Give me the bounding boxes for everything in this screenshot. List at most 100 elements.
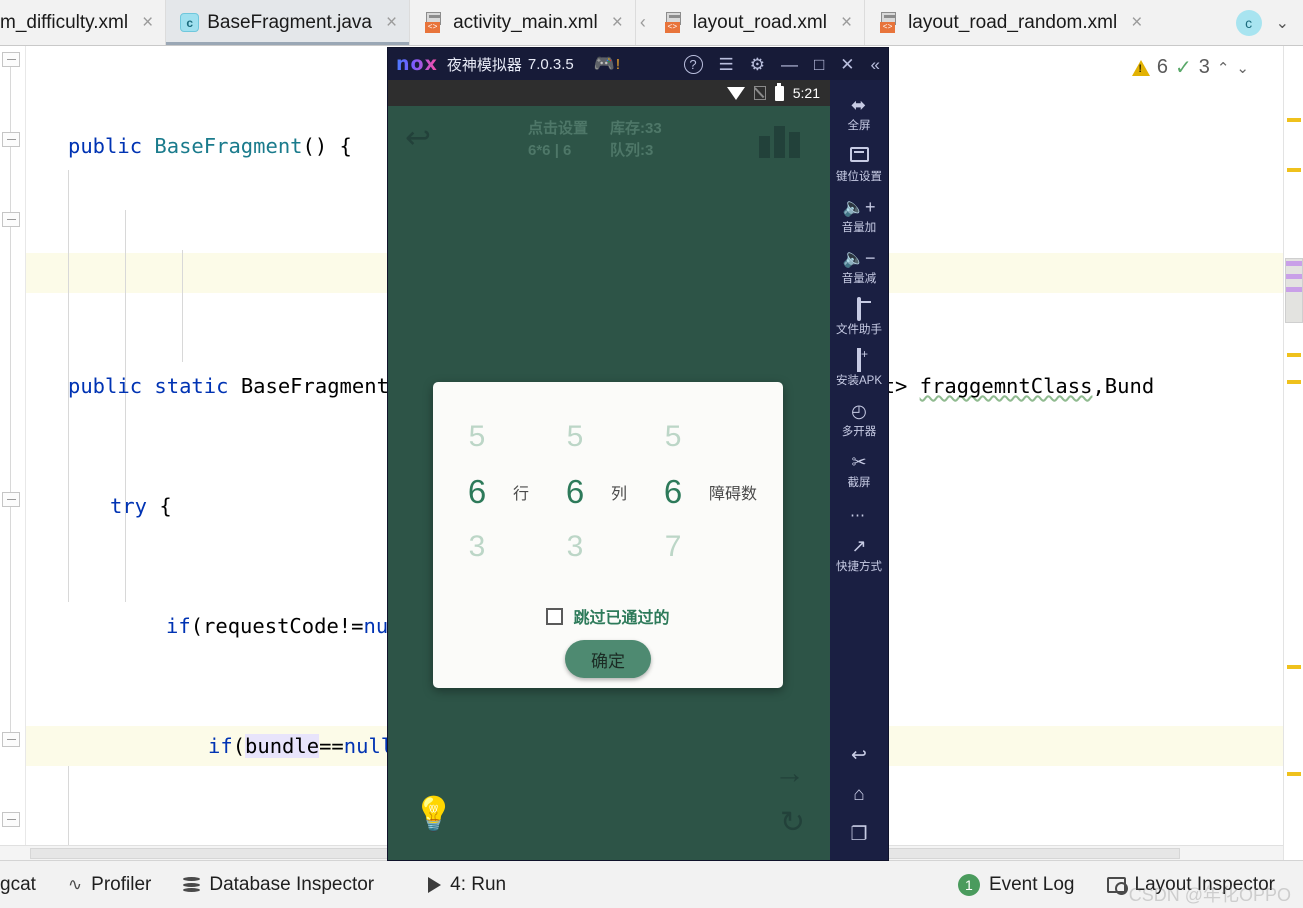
tab-bar-actions: c ⌄	[1235, 0, 1303, 45]
column-picker-values[interactable]: 5 6 3	[545, 409, 605, 574]
status-item-label: Event Log	[988, 873, 1075, 895]
column-picker[interactable]: 5 6 3 列	[545, 409, 627, 574]
picker-value-above[interactable]: 5	[447, 409, 507, 464]
refresh-icon[interactable]: ↻	[780, 808, 805, 838]
skip-passed-checkbox[interactable]	[546, 607, 564, 625]
help-icon[interactable]: ?	[683, 54, 703, 74]
volume-down-icon: 🔈−	[842, 248, 876, 268]
picker-value-above[interactable]: 5	[545, 409, 605, 464]
setting-block[interactable]: 点击设置 6*6 | 6	[528, 118, 588, 162]
settings-dialog[interactable]: 5 6 3 行 5 6 3 列 5 6 7 障碍数 跳过已通过的 确定	[433, 382, 783, 688]
menu-icon[interactable]: ☰	[719, 56, 734, 73]
tab-basefragment-java[interactable]: c BaseFragment.java ×	[166, 0, 411, 45]
nox-title-bar[interactable]: nox 夜神模拟器 7.0.3.5 🎮! ? ☰ ⚙ — □ ✕ «	[388, 48, 888, 80]
collapse-sidebar-icon[interactable]: «	[871, 56, 880, 73]
skip-passed-row[interactable]: 跳过已通过的	[433, 604, 783, 628]
nox-emulator-window[interactable]: nox 夜神模拟器 7.0.3.5 🎮! ? ☰ ⚙ — □ ✕ « 5:21	[388, 48, 888, 860]
sidebar-item-screenshot[interactable]: ✂ 截屏	[830, 445, 888, 496]
close-icon[interactable]: ×	[386, 13, 397, 32]
warning-marker[interactable]	[1287, 665, 1301, 669]
close-icon[interactable]: ×	[841, 13, 852, 32]
tab-scroll-left-icon[interactable]: ‹	[636, 0, 650, 45]
picker-value-below[interactable]: 3	[545, 519, 605, 574]
close-icon[interactable]: ×	[1131, 13, 1142, 32]
android-screen[interactable]: ↩ 点击设置 6*6 | 6 库存:33 队列:3 5 6 3 行 5 6 3 …	[388, 106, 830, 860]
fold-marker[interactable]	[2, 52, 20, 67]
sidebar-item-keymapping[interactable]: 键位设置	[830, 139, 888, 190]
signal-off-icon	[753, 86, 766, 100]
sidebar-item-install-apk[interactable]: 安装APK	[830, 343, 888, 394]
tab-m-difficulty-xml[interactable]: m_difficulty.xml ×	[0, 0, 167, 45]
status-item-event-log[interactable]: 1 Event Log	[942, 873, 1091, 896]
app-top-stats[interactable]: 点击设置 6*6 | 6 库存:33 队列:3	[528, 118, 662, 162]
setting-label: 点击设置	[528, 120, 589, 137]
android-status-bar: 5:21	[388, 80, 830, 106]
settings-gear-icon[interactable]: ⚙	[750, 56, 765, 73]
avatar[interactable]: c	[1235, 9, 1262, 36]
java-class-icon: c	[180, 13, 200, 32]
inspection-widget[interactable]: 6 ✓ 3 ⌃ ⌄	[1131, 56, 1249, 79]
confirm-button[interactable]: 确定	[565, 640, 651, 678]
obstacle-picker-values[interactable]: 5 6 7	[643, 409, 703, 574]
fold-marker[interactable]	[2, 492, 20, 507]
sidebar-item-shortcut[interactable]: ↗ 快捷方式	[830, 529, 888, 580]
back-arrow-icon[interactable]: ↩	[405, 122, 431, 153]
status-item-profiler[interactable]: ∿ Profiler	[52, 874, 167, 896]
warning-marker[interactable]	[1287, 380, 1301, 384]
picker-value-above[interactable]: 5	[643, 409, 703, 464]
sidebar-item-volume-up[interactable]: 🔈+ 音量加	[830, 190, 888, 241]
editor-marker-strip[interactable]	[1283, 46, 1303, 860]
chevron-down-icon[interactable]: ⌄	[1276, 13, 1289, 33]
sidebar-item-file-assistant[interactable]: 文件助手	[830, 292, 888, 343]
next-arrow-icon[interactable]: →	[774, 757, 805, 788]
close-icon[interactable]: ×	[612, 13, 623, 32]
status-item-layout-inspector[interactable]: Layout Inspector	[1091, 874, 1291, 896]
fold-marker[interactable]	[2, 212, 20, 227]
fold-marker[interactable]	[2, 732, 20, 747]
picker-value-below[interactable]: 7	[643, 519, 703, 574]
tab-activity-main-xml[interactable]: <> activity_main.xml ×	[410, 0, 636, 45]
keymapping-icon	[849, 147, 869, 166]
warning-marker[interactable]	[1287, 118, 1301, 122]
android-back-icon[interactable]: ↩	[851, 744, 867, 767]
warning-marker[interactable]	[1287, 168, 1301, 172]
queue-label: 队列:3	[610, 142, 654, 159]
warning-marker[interactable]	[1287, 353, 1301, 357]
status-item-run[interactable]: 4: Run	[390, 874, 522, 896]
screenshot-scissors-icon: ✂	[851, 452, 867, 472]
prev-problem-icon[interactable]: ⌃	[1217, 59, 1230, 77]
bar-chart-icon[interactable]	[759, 126, 800, 158]
warning-marker[interactable]	[1287, 772, 1301, 776]
picker-value-selected[interactable]: 6	[447, 464, 507, 519]
column-picker-label: 列	[611, 485, 628, 503]
lightbulb-icon[interactable]: 💡	[413, 797, 454, 830]
row-picker-values[interactable]: 5 6 3	[447, 409, 507, 574]
picker-value-selected[interactable]: 6	[643, 464, 703, 519]
close-icon[interactable]: ✕	[840, 56, 854, 73]
status-item-logcat[interactable]: gcat	[0, 874, 52, 896]
row-picker[interactable]: 5 6 3 行	[447, 409, 529, 574]
nox-version: 7.0.3.5	[527, 55, 574, 73]
minimize-icon[interactable]: —	[781, 56, 798, 73]
fold-marker[interactable]	[2, 812, 20, 827]
sidebar-item-more[interactable]: ⋯	[830, 496, 888, 529]
status-item-database-inspector[interactable]: Database Inspector	[167, 874, 390, 896]
gamepad-icon[interactable]: 🎮!	[594, 54, 620, 74]
fold-marker[interactable]	[2, 132, 20, 147]
next-problem-icon[interactable]: ⌄	[1236, 59, 1249, 77]
sidebar-item-volume-down[interactable]: 🔈− 音量减	[830, 241, 888, 292]
nox-window-controls: ? ☰ ⚙ — □ ✕ «	[683, 54, 883, 74]
editor-gutter[interactable]	[0, 46, 26, 860]
picker-value-below[interactable]: 3	[447, 519, 507, 574]
close-icon[interactable]: ×	[142, 13, 153, 32]
maximize-icon[interactable]: □	[814, 56, 824, 73]
picker-value-selected[interactable]: 6	[545, 464, 605, 519]
obstacle-picker[interactable]: 5 6 7 障碍数	[643, 409, 757, 574]
tab-layout-road-xml[interactable]: <> layout_road.xml ×	[650, 0, 866, 45]
sidebar-item-multi-instance[interactable]: ◴ 多开器	[830, 394, 888, 445]
sidebar-item-fullscreen[interactable]: ⬌ 全屏	[830, 88, 888, 139]
tab-layout-road-random-xml[interactable]: <> layout_road_random.xml ×	[865, 0, 1154, 45]
android-home-icon[interactable]: ⌂	[853, 784, 864, 806]
tab-label: BaseFragment.java	[207, 11, 372, 33]
android-recents-icon[interactable]: ❐	[850, 823, 867, 846]
